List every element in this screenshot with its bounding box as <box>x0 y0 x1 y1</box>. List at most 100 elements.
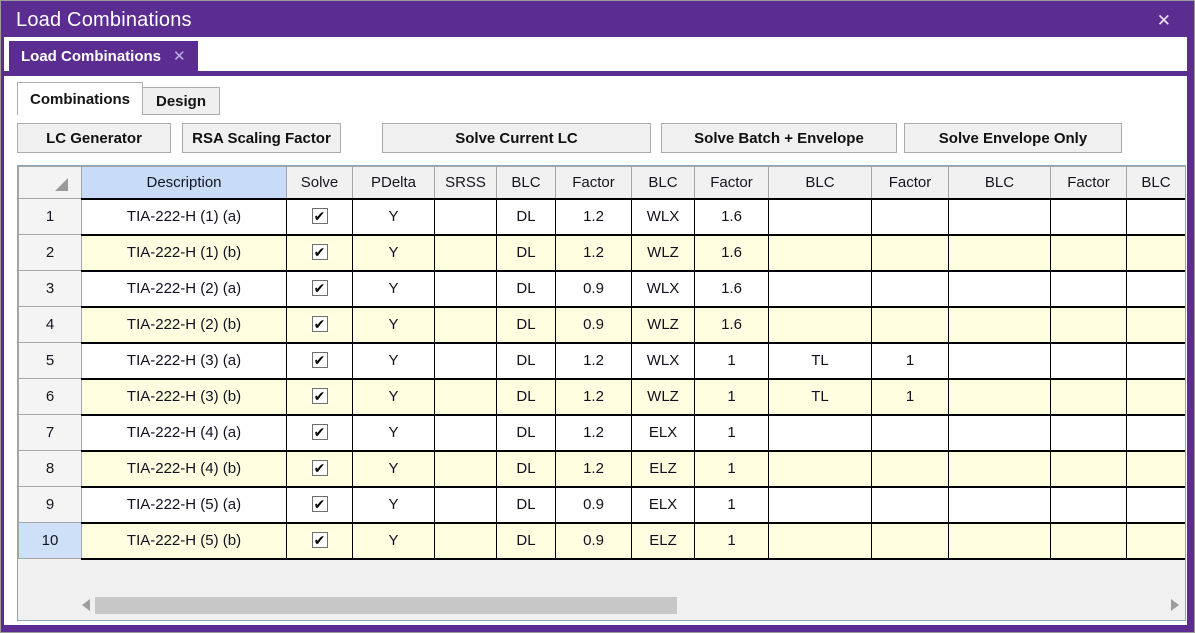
solve-checkbox[interactable]: ✔ <box>312 316 328 332</box>
solve-checkbox[interactable]: ✔ <box>312 496 328 512</box>
srss-cell[interactable] <box>435 199 497 235</box>
blc-cell[interactable] <box>769 487 872 523</box>
row-header-2[interactable]: 2 <box>19 235 82 271</box>
doc-tab-close-icon[interactable]: ✕ <box>173 47 186 65</box>
pdelta-cell[interactable]: Y <box>353 271 435 307</box>
pdelta-cell[interactable]: Y <box>353 235 435 271</box>
srss-cell[interactable] <box>435 523 497 559</box>
factor-cell[interactable] <box>1051 415 1127 451</box>
solve-checkbox[interactable]: ✔ <box>312 532 328 548</box>
lc-generator-button[interactable]: LC Generator <box>17 123 171 153</box>
factor-cell[interactable] <box>872 523 949 559</box>
factor-cell[interactable] <box>1051 451 1127 487</box>
description-cell[interactable]: TIA-222-H (1) (a) <box>82 199 287 235</box>
description-cell[interactable]: TIA-222-H (5) (a) <box>82 487 287 523</box>
blc-cell[interactable]: DL <box>497 199 556 235</box>
factor-cell[interactable]: 1.2 <box>556 415 632 451</box>
factor-cell[interactable]: 1 <box>695 415 769 451</box>
col-header-factor-10[interactable]: Factor <box>872 167 949 199</box>
blc-cell[interactable] <box>769 307 872 343</box>
blc-cell[interactable] <box>1127 343 1186 379</box>
factor-cell[interactable]: 1 <box>695 343 769 379</box>
pdelta-cell[interactable]: Y <box>353 487 435 523</box>
description-cell[interactable]: TIA-222-H (3) (a) <box>82 343 287 379</box>
blc-cell[interactable] <box>769 235 872 271</box>
description-cell[interactable]: TIA-222-H (2) (b) <box>82 307 287 343</box>
col-header-srss-4[interactable]: SRSS <box>435 167 497 199</box>
blc-cell[interactable]: ELZ <box>632 451 695 487</box>
factor-cell[interactable] <box>872 487 949 523</box>
col-header-factor-8[interactable]: Factor <box>695 167 769 199</box>
col-header-blc-13[interactable]: BLC <box>1127 167 1186 199</box>
blc-cell[interactable]: DL <box>497 487 556 523</box>
solve-checkbox[interactable]: ✔ <box>312 424 328 440</box>
factor-cell[interactable]: 1.6 <box>695 235 769 271</box>
description-cell[interactable]: TIA-222-H (3) (b) <box>82 379 287 415</box>
blc-cell[interactable]: DL <box>497 271 556 307</box>
factor-cell[interactable] <box>1051 379 1127 415</box>
blc-cell[interactable]: DL <box>497 235 556 271</box>
factor-cell[interactable] <box>872 235 949 271</box>
blc-cell[interactable] <box>949 307 1051 343</box>
factor-cell[interactable] <box>1051 235 1127 271</box>
blc-cell[interactable] <box>769 271 872 307</box>
row-header-4[interactable]: 4 <box>19 307 82 343</box>
pdelta-cell[interactable]: Y <box>353 307 435 343</box>
blc-cell[interactable] <box>769 199 872 235</box>
factor-cell[interactable]: 1 <box>695 487 769 523</box>
blc-cell[interactable] <box>949 235 1051 271</box>
factor-cell[interactable] <box>1051 523 1127 559</box>
solve-checkbox[interactable]: ✔ <box>312 244 328 260</box>
factor-cell[interactable]: 1 <box>695 523 769 559</box>
col-header-factor-12[interactable]: Factor <box>1051 167 1127 199</box>
blc-cell[interactable] <box>1127 487 1186 523</box>
blc-cell[interactable] <box>949 523 1051 559</box>
scroll-right-arrow-icon[interactable] <box>1171 599 1179 611</box>
blc-cell[interactable] <box>1127 199 1186 235</box>
blc-cell[interactable]: WLZ <box>632 307 695 343</box>
solve-current-lc-button[interactable]: Solve Current LC <box>382 123 651 153</box>
factor-cell[interactable]: 0.9 <box>556 523 632 559</box>
blc-cell[interactable] <box>949 415 1051 451</box>
blc-cell[interactable]: WLX <box>632 343 695 379</box>
factor-cell[interactable]: 1.6 <box>695 199 769 235</box>
blc-cell[interactable]: WLX <box>632 271 695 307</box>
blc-cell[interactable]: DL <box>497 415 556 451</box>
col-header-pdelta-3[interactable]: PDelta <box>353 167 435 199</box>
blc-cell[interactable]: ELX <box>632 487 695 523</box>
factor-cell[interactable] <box>1051 343 1127 379</box>
row-header-9[interactable]: 9 <box>19 487 82 523</box>
solve-checkbox[interactable]: ✔ <box>312 208 328 224</box>
solve-batch-envelope-button[interactable]: Solve Batch + Envelope <box>661 123 897 153</box>
blc-cell[interactable]: DL <box>497 343 556 379</box>
blc-cell[interactable]: WLZ <box>632 379 695 415</box>
factor-cell[interactable] <box>1051 487 1127 523</box>
description-cell[interactable]: TIA-222-H (2) (a) <box>82 271 287 307</box>
doc-tab-load-combinations[interactable]: Load Combinations ✕ <box>9 41 198 71</box>
description-cell[interactable]: TIA-222-H (5) (b) <box>82 523 287 559</box>
tab-design[interactable]: Design <box>142 87 220 115</box>
blc-cell[interactable] <box>949 271 1051 307</box>
pdelta-cell[interactable]: Y <box>353 523 435 559</box>
blc-cell[interactable]: WLZ <box>632 235 695 271</box>
factor-cell[interactable]: 1 <box>872 379 949 415</box>
srss-cell[interactable] <box>435 307 497 343</box>
blc-cell[interactable] <box>1127 271 1186 307</box>
blc-cell[interactable] <box>949 451 1051 487</box>
blc-cell[interactable]: ELX <box>632 415 695 451</box>
blc-cell[interactable]: DL <box>497 523 556 559</box>
blc-cell[interactable]: DL <box>497 451 556 487</box>
factor-cell[interactable] <box>872 271 949 307</box>
blc-cell[interactable] <box>949 379 1051 415</box>
blc-cell[interactable] <box>1127 235 1186 271</box>
blc-cell[interactable]: TL <box>769 379 872 415</box>
row-header-3[interactable]: 3 <box>19 271 82 307</box>
srss-cell[interactable] <box>435 271 497 307</box>
factor-cell[interactable] <box>1051 199 1127 235</box>
srss-cell[interactable] <box>435 235 497 271</box>
row-header-10[interactable]: 10 <box>19 523 82 559</box>
row-header-1[interactable]: 1 <box>19 199 82 235</box>
solve-checkbox[interactable]: ✔ <box>312 388 328 404</box>
solve-checkbox[interactable]: ✔ <box>312 352 328 368</box>
row-header-6[interactable]: 6 <box>19 379 82 415</box>
